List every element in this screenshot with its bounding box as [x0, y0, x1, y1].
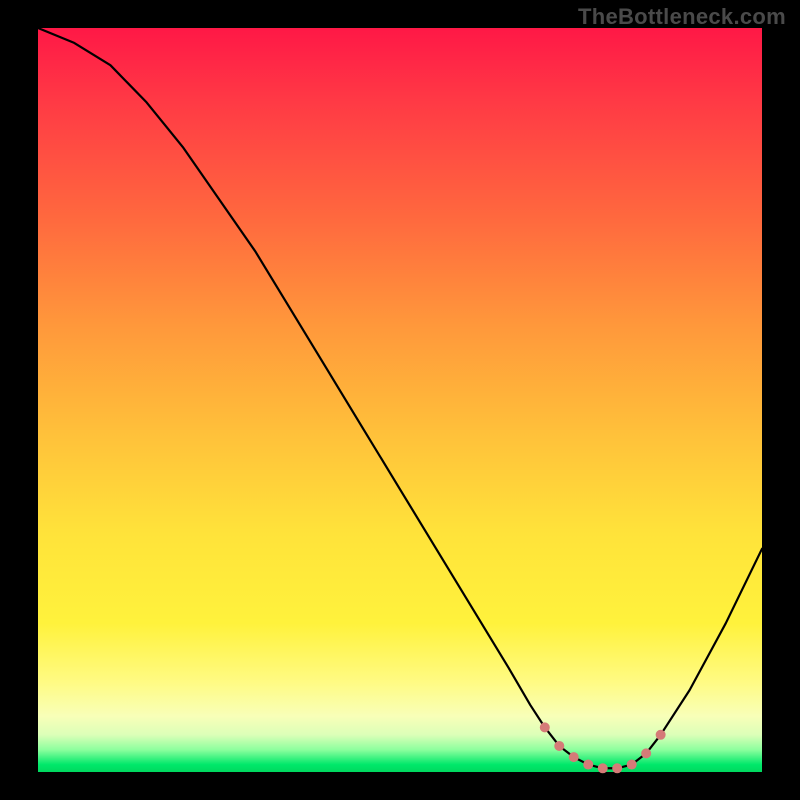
curve-line [38, 28, 762, 768]
curve-svg [38, 28, 762, 772]
highlight-markers [540, 722, 666, 773]
watermark-text: TheBottleneck.com [578, 4, 786, 30]
plot-area [38, 28, 762, 772]
chart-container: TheBottleneck.com [0, 0, 800, 800]
